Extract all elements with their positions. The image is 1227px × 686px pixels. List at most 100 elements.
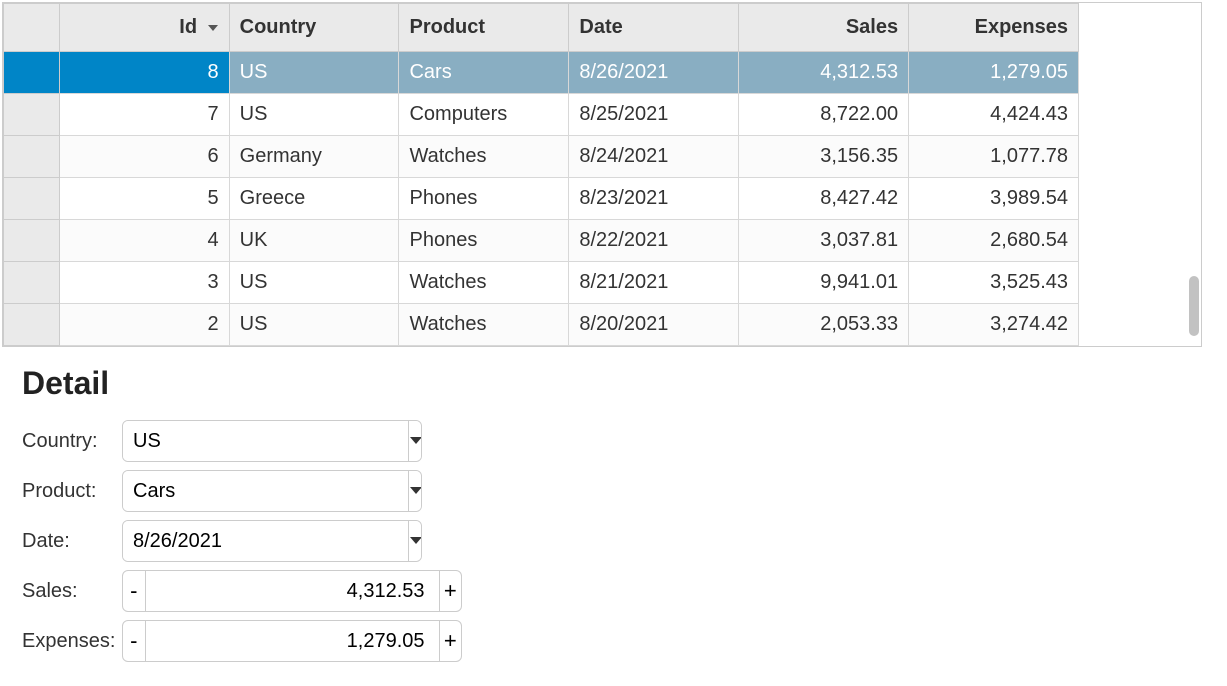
grid-cell[interactable]: 4,424.43 xyxy=(909,94,1079,136)
grid-cell[interactable]: Watches xyxy=(399,136,569,178)
grid-row-header-column[interactable] xyxy=(4,4,60,52)
chevron-down-icon xyxy=(409,434,422,449)
label-sales: Sales: xyxy=(22,580,122,603)
column-header-country[interactable]: Country xyxy=(229,4,399,52)
grid-cell[interactable]: US xyxy=(229,262,399,304)
date-input[interactable] xyxy=(123,521,408,561)
grid-cell[interactable]: 2 xyxy=(59,304,229,346)
grid-cell[interactable]: 8,722.00 xyxy=(739,94,909,136)
row-header-cell[interactable] xyxy=(4,220,60,262)
grid-cell[interactable]: 9,941.01 xyxy=(739,262,909,304)
country-dropdown-button[interactable] xyxy=(408,421,422,461)
grid-cell[interactable]: 6 xyxy=(59,136,229,178)
grid-cell[interactable]: 5 xyxy=(59,178,229,220)
row-header-cell[interactable] xyxy=(4,52,60,94)
table-row[interactable]: 4UKPhones8/22/20213,037.812,680.54 xyxy=(4,220,1079,262)
product-dropdown-button[interactable] xyxy=(408,471,422,511)
detail-row-product: Product: xyxy=(22,470,1205,512)
grid-cell[interactable]: US xyxy=(229,94,399,136)
grid-cell[interactable]: Computers xyxy=(399,94,569,136)
detail-title: Detail xyxy=(22,365,1205,402)
grid-cell[interactable]: Cars xyxy=(399,52,569,94)
sort-desc-icon xyxy=(207,23,219,33)
grid-cell[interactable]: Phones xyxy=(399,220,569,262)
grid-cell[interactable]: 8/24/2021 xyxy=(569,136,739,178)
product-combobox[interactable] xyxy=(122,470,422,512)
grid-cell[interactable]: Germany xyxy=(229,136,399,178)
grid-cell[interactable]: 8 xyxy=(59,52,229,94)
grid-cell[interactable]: Greece xyxy=(229,178,399,220)
detail-row-date: Date: xyxy=(22,520,1205,562)
expenses-stepper: - + xyxy=(122,620,462,662)
grid-cell[interactable]: 3,156.35 xyxy=(739,136,909,178)
grid-cell[interactable]: 7 xyxy=(59,94,229,136)
vertical-scrollbar[interactable] xyxy=(1183,5,1199,344)
table-row[interactable]: 7USComputers8/25/20218,722.004,424.43 xyxy=(4,94,1079,136)
grid-cell[interactable]: 8/21/2021 xyxy=(569,262,739,304)
row-header-cell[interactable] xyxy=(4,262,60,304)
grid-cell[interactable]: 4,312.53 xyxy=(739,52,909,94)
chevron-down-icon xyxy=(409,484,422,499)
grid-cell[interactable]: 3 xyxy=(59,262,229,304)
grid-cell[interactable]: Watches xyxy=(399,304,569,346)
grid-cell[interactable]: 1,077.78 xyxy=(909,136,1079,178)
detail-row-expenses: Expenses: - + xyxy=(22,620,1205,662)
grid-cell[interactable]: UK xyxy=(229,220,399,262)
grid-cell[interactable]: 8,427.42 xyxy=(739,178,909,220)
column-header-product[interactable]: Product xyxy=(399,4,569,52)
date-combobox[interactable] xyxy=(122,520,422,562)
column-header-sales[interactable]: Sales xyxy=(739,4,909,52)
table-row[interactable]: 2USWatches8/20/20212,053.333,274.42 xyxy=(4,304,1079,346)
label-product: Product: xyxy=(22,480,122,503)
table-row[interactable]: 3USWatches8/21/20219,941.013,525.43 xyxy=(4,262,1079,304)
column-header-id[interactable]: Id xyxy=(59,4,229,52)
scrollbar-thumb[interactable] xyxy=(1189,276,1199,336)
country-input[interactable] xyxy=(123,421,408,461)
detail-row-sales: Sales: - + xyxy=(22,570,1205,612)
grid-cell[interactable]: US xyxy=(229,52,399,94)
grid-cell[interactable]: 8/20/2021 xyxy=(569,304,739,346)
expenses-input[interactable] xyxy=(146,620,439,662)
grid-cell[interactable]: 4 xyxy=(59,220,229,262)
row-header-cell[interactable] xyxy=(4,136,60,178)
grid-cell[interactable]: 1,279.05 xyxy=(909,52,1079,94)
grid-cell[interactable]: 3,037.81 xyxy=(739,220,909,262)
grid-table: Id Country Product Date Sales Expenses 8… xyxy=(3,3,1079,346)
grid-cell[interactable]: 8/23/2021 xyxy=(569,178,739,220)
country-combobox[interactable] xyxy=(122,420,422,462)
table-row[interactable]: 6GermanyWatches8/24/20213,156.351,077.78 xyxy=(4,136,1079,178)
grid-cell[interactable]: 2,053.33 xyxy=(739,304,909,346)
grid-cell[interactable]: 8/22/2021 xyxy=(569,220,739,262)
detail-row-country: Country: xyxy=(22,420,1205,462)
grid-cell[interactable]: Phones xyxy=(399,178,569,220)
date-dropdown-button[interactable] xyxy=(408,521,422,561)
row-header-cell[interactable] xyxy=(4,94,60,136)
sales-input[interactable] xyxy=(146,570,439,612)
grid-cell[interactable]: 3,525.43 xyxy=(909,262,1079,304)
table-row[interactable]: 5GreecePhones8/23/20218,427.423,989.54 xyxy=(4,178,1079,220)
sales-increment-button[interactable]: + xyxy=(439,570,463,612)
sales-stepper: - + xyxy=(122,570,462,612)
column-header-expenses[interactable]: Expenses xyxy=(909,4,1079,52)
row-header-cell[interactable] xyxy=(4,304,60,346)
expenses-decrement-button[interactable]: - xyxy=(122,620,146,662)
table-row[interactable]: 8USCars8/26/20214,312.531,279.05 xyxy=(4,52,1079,94)
grid-cell[interactable]: 2,680.54 xyxy=(909,220,1079,262)
label-expenses: Expenses: xyxy=(22,630,122,653)
grid-cell[interactable]: 3,274.42 xyxy=(909,304,1079,346)
grid-cell[interactable]: Watches xyxy=(399,262,569,304)
label-country: Country: xyxy=(22,430,122,453)
row-header-cell[interactable] xyxy=(4,178,60,220)
column-header-date[interactable]: Date xyxy=(569,4,739,52)
sales-decrement-button[interactable]: - xyxy=(122,570,146,612)
column-header-id-label: Id xyxy=(179,16,197,38)
grid-cell[interactable]: 8/26/2021 xyxy=(569,52,739,94)
grid-cell[interactable]: US xyxy=(229,304,399,346)
data-grid: Id Country Product Date Sales Expenses 8… xyxy=(2,2,1202,347)
chevron-down-icon xyxy=(409,534,422,549)
grid-cell[interactable]: 8/25/2021 xyxy=(569,94,739,136)
product-input[interactable] xyxy=(123,471,408,511)
detail-panel: Detail Country: Product: Date: Sales: xyxy=(0,349,1227,686)
grid-cell[interactable]: 3,989.54 xyxy=(909,178,1079,220)
expenses-increment-button[interactable]: + xyxy=(439,620,463,662)
